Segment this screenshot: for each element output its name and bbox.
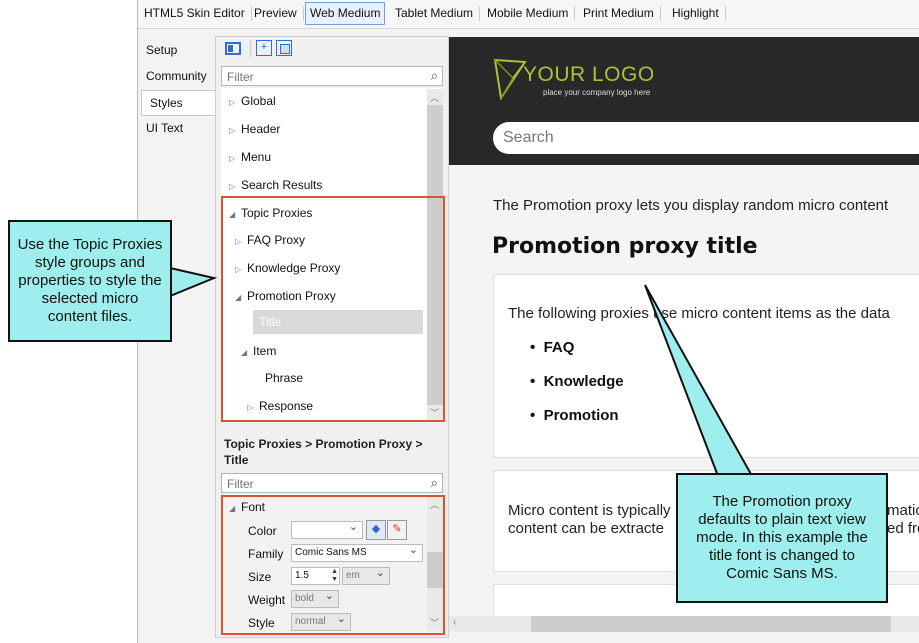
promotion-proxy-callout: The Promotion proxy defaults to plain te… <box>676 473 888 603</box>
right-callout-pointer <box>644 284 754 477</box>
topic-proxies-callout: Use the Topic Proxies style groups and p… <box>8 220 172 342</box>
left-callout-pointer <box>169 266 218 298</box>
